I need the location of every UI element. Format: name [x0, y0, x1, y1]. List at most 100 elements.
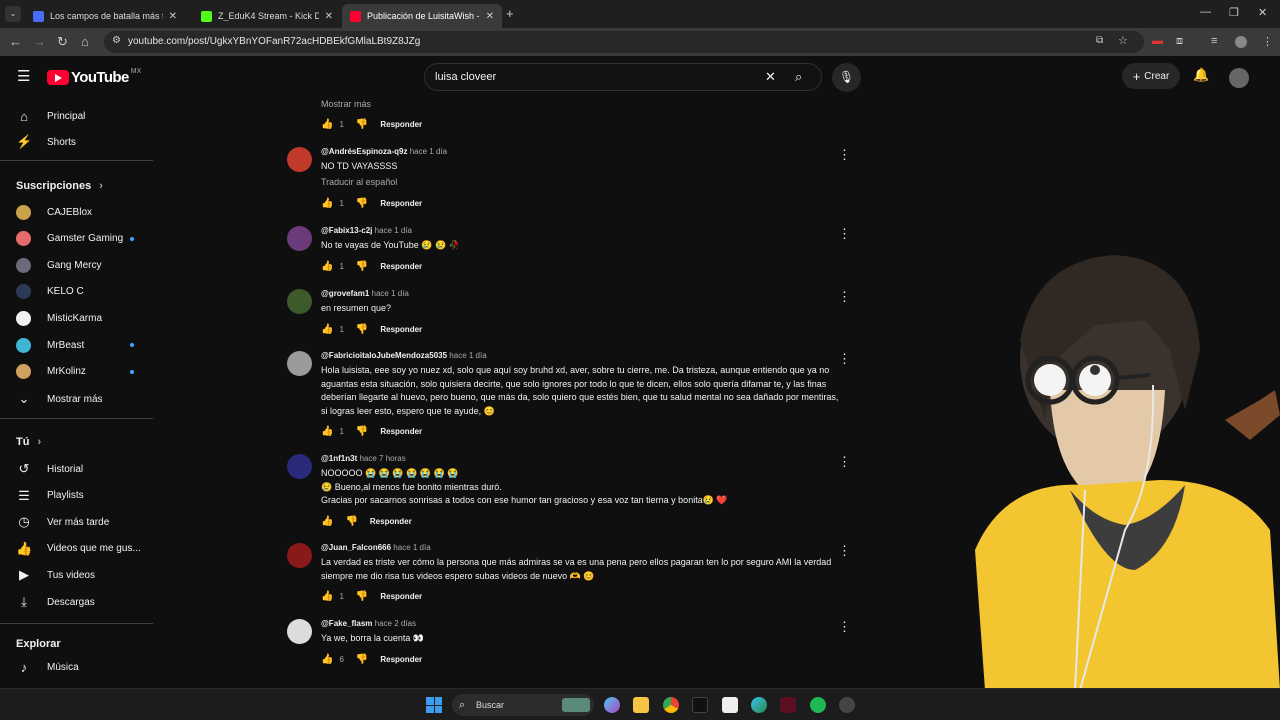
account-avatar[interactable] — [1229, 68, 1249, 88]
forward-button[interactable]: → — [33, 34, 46, 49]
tab-close-icon[interactable]: ✕ — [169, 11, 177, 22]
like-icon[interactable]: 👍 — [321, 426, 333, 437]
avatar[interactable] — [287, 147, 312, 172]
clear-search-icon[interactable]: ✕ — [765, 69, 776, 85]
sidebar-item[interactable]: ▶ Tus videos — [16, 565, 146, 585]
taskbar-search[interactable]: ⌕ Buscar — [452, 694, 594, 716]
browser-tab[interactable]: Los campos de batalla más fue ✕ — [25, 4, 185, 28]
browser-menu-icon[interactable]: ⋮ — [1262, 35, 1273, 48]
comment-timestamp[interactable]: hace 2 días — [375, 619, 416, 628]
sidebar-item[interactable]: MisticKarma — [16, 308, 146, 328]
browser-tab[interactable]: Z_EduK4 Stream - Kick Dashbo ✕ — [193, 4, 341, 28]
tiktok-icon[interactable] — [692, 697, 708, 713]
translate-link[interactable]: Traducir al español — [321, 177, 397, 187]
subscriptions-heading[interactable]: Suscripciones › — [16, 180, 103, 192]
show-more-link[interactable]: Mostrar más — [321, 99, 371, 109]
profile-avatar[interactable] — [1235, 36, 1247, 48]
back-button[interactable]: ← — [9, 34, 22, 49]
reply-button[interactable]: Responder — [380, 262, 422, 271]
new-tab-button[interactable]: + — [506, 6, 514, 21]
address-bar[interactable]: ⚙ youtube.com/post/UgkxYBnYOFanR72acHDBE… — [104, 31, 1144, 53]
reply-button[interactable]: Responder — [380, 655, 422, 664]
comment-timestamp[interactable]: hace 1 día — [449, 351, 486, 360]
avatar[interactable] — [287, 226, 312, 251]
capcut-icon[interactable] — [722, 697, 738, 713]
sidebar-item[interactable]: ⤓ Descargas — [16, 592, 146, 612]
sidebar-item[interactable]: ⌂ Principal — [16, 106, 146, 126]
sidebar-item[interactable]: MrBeast — [16, 335, 146, 355]
media-control-icon[interactable]: ≡ — [1211, 35, 1217, 47]
comment-author[interactable]: @Fabix13-c2j — [321, 226, 372, 235]
chrome-icon[interactable] — [663, 697, 679, 713]
comment-timestamp[interactable]: hace 1 día — [410, 147, 447, 156]
tab-list-button[interactable]: ⌄ — [5, 6, 21, 22]
avatar[interactable] — [287, 543, 312, 568]
reply-button[interactable]: Responder — [380, 120, 422, 129]
create-button[interactable]: + Crear — [1122, 63, 1180, 89]
tab-close-icon[interactable]: ✕ — [325, 11, 333, 22]
like-icon[interactable]: 👍 — [321, 198, 333, 209]
copilot-icon[interactable] — [604, 697, 620, 713]
extension-red-icon[interactable]: ▬ — [1152, 35, 1163, 47]
dislike-icon[interactable]: 👎 — [356, 198, 368, 209]
voice-search-icon[interactable]: 🎙 — [832, 63, 861, 92]
reload-button[interactable]: ↻ — [57, 34, 68, 50]
edge-icon[interactable] — [751, 697, 767, 713]
comment-author[interactable]: @AndrésEspinoza-q9z — [321, 147, 407, 156]
bookmark-star-icon[interactable]: ☆ — [1118, 34, 1128, 47]
sidebar-item[interactable]: CAJEBlox — [16, 202, 146, 222]
avatar[interactable] — [287, 619, 312, 644]
comment-author[interactable]: @1nf1n3t — [321, 454, 357, 463]
comment-author[interactable]: @Fake_flasm — [321, 619, 372, 628]
avatar[interactable] — [287, 454, 312, 479]
like-icon[interactable]: 👍 — [321, 654, 333, 665]
reply-button[interactable]: Responder — [380, 427, 422, 436]
comment-author[interactable]: @grovefam1 — [321, 289, 369, 298]
minimize-button[interactable]: — — [1200, 6, 1211, 18]
search-input[interactable]: luisa cloveer — [435, 71, 496, 83]
reply-button[interactable]: Responder — [370, 517, 412, 526]
comment-timestamp[interactable]: hace 7 horas — [359, 454, 405, 463]
windows-start-icon[interactable] — [426, 697, 442, 713]
you-heading[interactable]: Tú › — [16, 436, 41, 448]
comment-author[interactable]: @Juan_Falcon666 — [321, 543, 391, 552]
search-box[interactable]: luisa cloveer ✕ ⌕ — [424, 63, 822, 91]
reply-button[interactable]: Responder — [380, 199, 422, 208]
comment-timestamp[interactable]: hace 1 día — [375, 226, 412, 235]
avatar[interactable] — [287, 289, 312, 314]
dislike-icon[interactable]: 👎 — [356, 426, 368, 437]
app-extra-icon[interactable] — [839, 697, 855, 713]
install-app-icon[interactable]: ⧉ — [1096, 35, 1103, 46]
sidebar-item[interactable]: ⌄ Mostrar más — [16, 389, 146, 409]
sidebar-item[interactable]: ☰ Playlists — [16, 486, 146, 506]
like-icon[interactable]: 👍 — [321, 516, 333, 527]
dislike-icon[interactable]: 👎 — [345, 516, 357, 527]
file-explorer-icon[interactable] — [633, 697, 649, 713]
notifications-bell-icon[interactable]: 🔔 — [1193, 67, 1209, 83]
like-icon[interactable]: 👍 — [321, 591, 333, 602]
comment-timestamp[interactable]: hace 1 día — [393, 543, 430, 552]
dislike-icon[interactable]: 👎 — [356, 591, 368, 602]
extensions-icon[interactable]: ⧈ — [1176, 35, 1183, 48]
dislike-icon[interactable]: 👎 — [356, 119, 368, 130]
app-red-icon[interactable] — [780, 697, 796, 713]
sidebar-item[interactable]: ♪ Música — [16, 657, 146, 677]
comment-timestamp[interactable]: hace 1 día — [372, 289, 409, 298]
comment-author[interactable]: @FabricioitaloJubeMendoza5035 — [321, 351, 447, 360]
dislike-icon[interactable]: 👎 — [356, 261, 368, 272]
spotify-icon[interactable] — [810, 697, 826, 713]
home-icon[interactable]: ⌂ — [81, 34, 89, 49]
like-icon[interactable]: 👍 — [321, 119, 333, 130]
avatar[interactable] — [287, 351, 312, 376]
sidebar-item[interactable]: ◷ Ver más tarde — [16, 512, 146, 532]
youtube-logo[interactable]: YouTube MX — [47, 68, 141, 86]
guide-menu-icon[interactable]: ☰ — [17, 67, 30, 85]
close-window-button[interactable]: ✕ — [1258, 6, 1267, 19]
reply-button[interactable]: Responder — [380, 592, 422, 601]
site-info-icon[interactable]: ⚙ — [112, 35, 121, 46]
sidebar-item[interactable]: Gang Mercy — [16, 255, 146, 275]
search-icon[interactable]: ⌕ — [795, 69, 802, 85]
reply-button[interactable]: Responder — [380, 325, 422, 334]
sidebar-item[interactable]: ↺ Historial — [16, 459, 146, 479]
tab-close-icon[interactable]: ✕ — [486, 11, 494, 22]
